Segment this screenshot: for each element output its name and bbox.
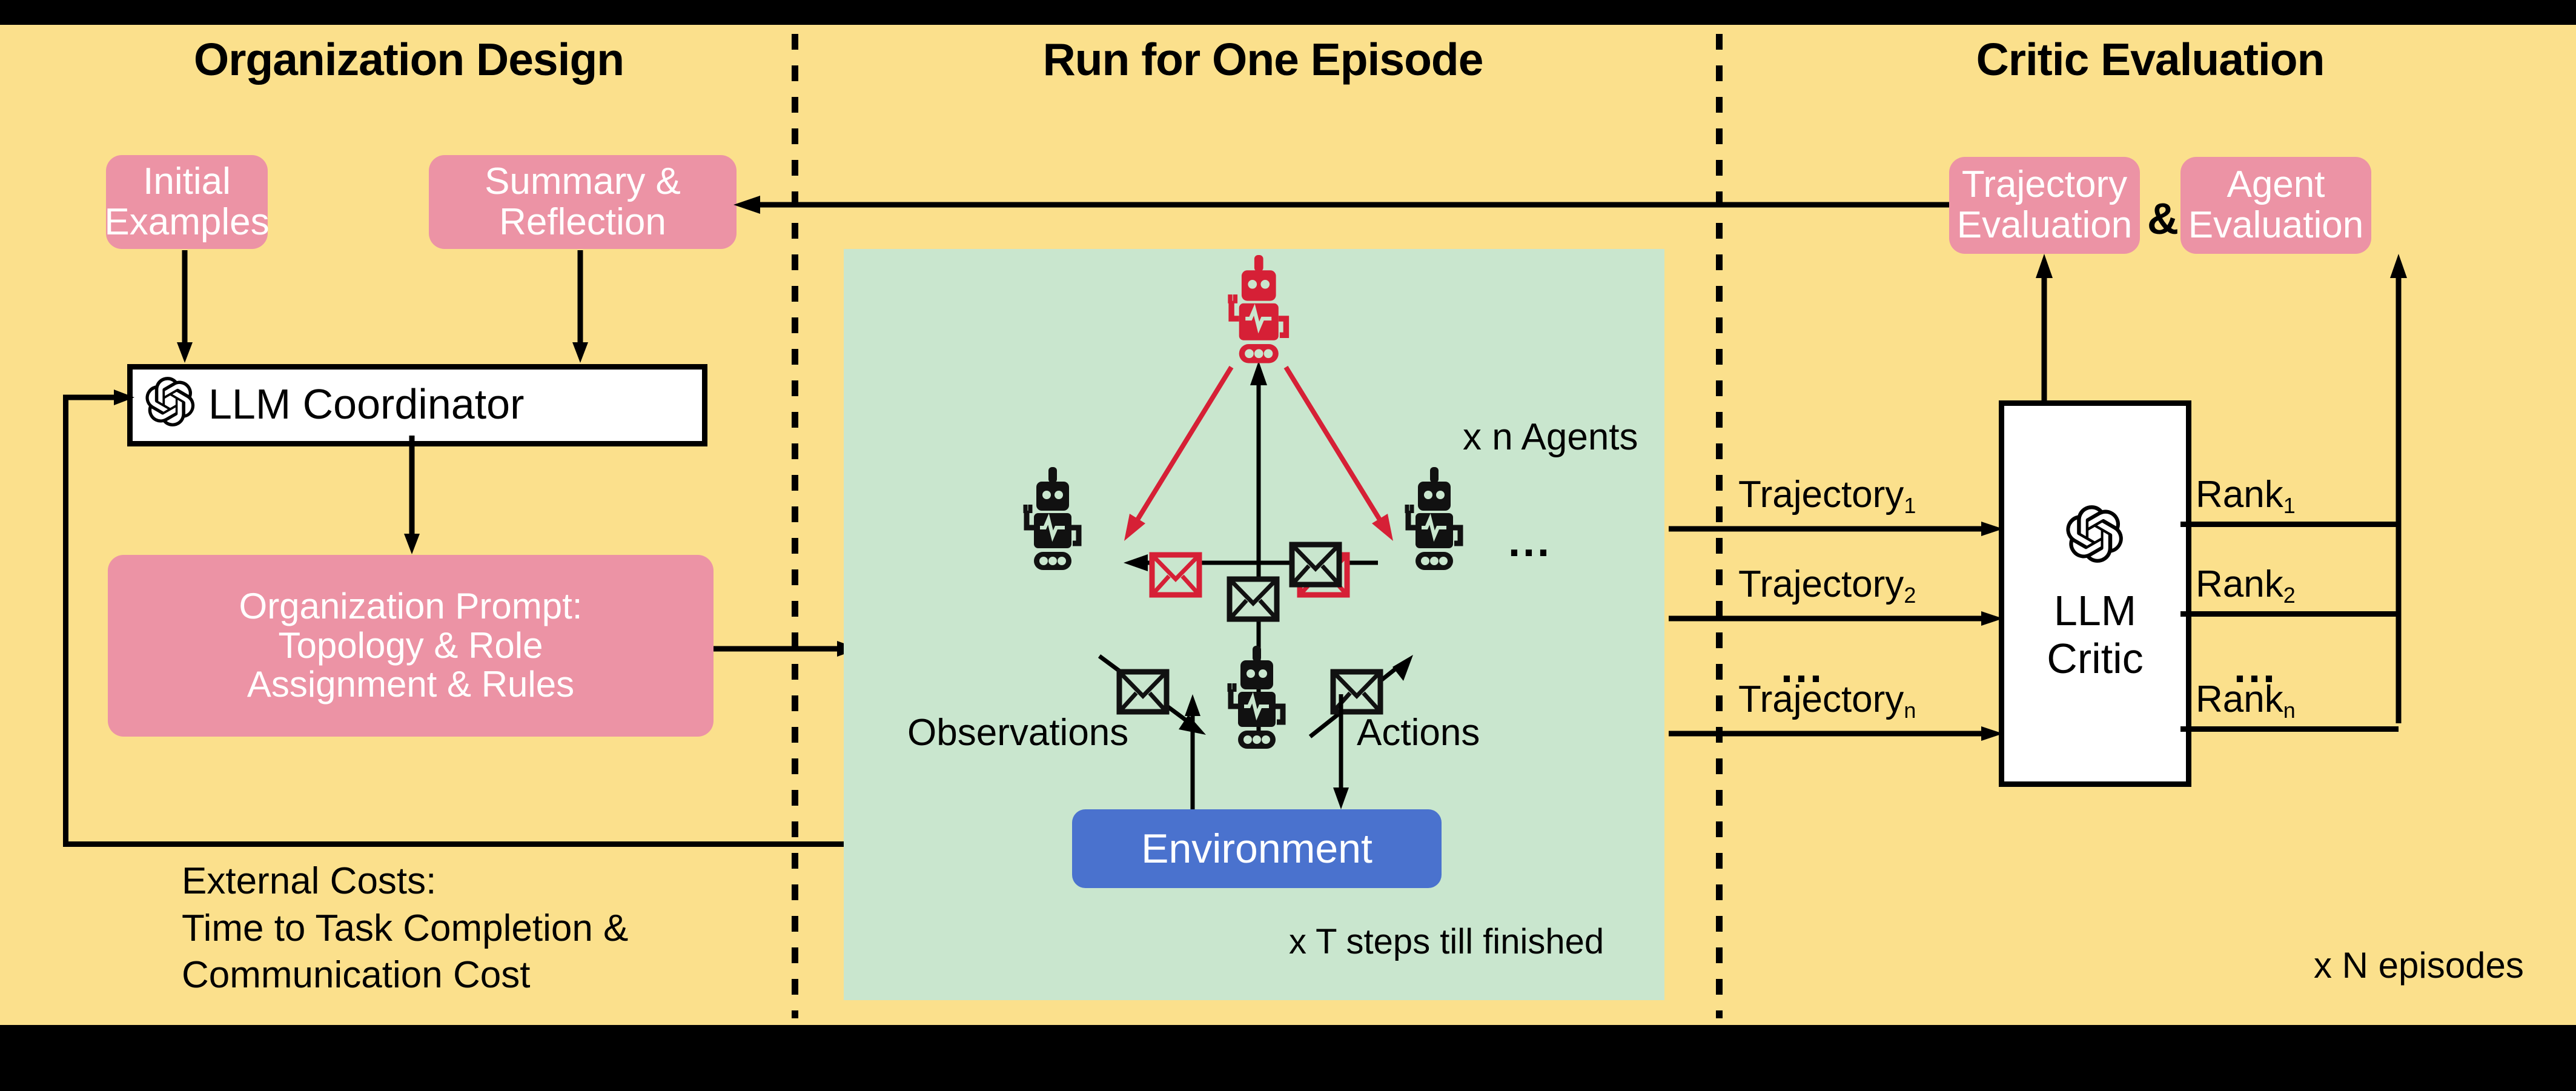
llm-critic-label: LLM Critic bbox=[2047, 587, 2144, 682]
arrow-trajectory-n bbox=[1669, 726, 2003, 741]
summary-reflection-box[interactable]: Summary & Reflection bbox=[429, 155, 737, 249]
rank-n-label: Rankn bbox=[2196, 678, 2296, 723]
envelope-icon-black-top bbox=[1227, 576, 1280, 622]
trajectory-1-label: Trajectory1 bbox=[1738, 473, 1916, 519]
llm-coordinator-label: LLM Coordinator bbox=[208, 380, 525, 428]
environment-box[interactable]: Environment bbox=[1072, 809, 1442, 888]
robot-agent-bottom-icon bbox=[1227, 646, 1286, 749]
llm-critic-box[interactable]: LLM Critic bbox=[1999, 400, 2191, 787]
agents-count-note: x n Agents bbox=[1463, 416, 1638, 458]
organization-prompt-box[interactable]: Organization Prompt: Topology & Role Ass… bbox=[108, 555, 714, 737]
trajectory-1-sub: 1 bbox=[1904, 493, 1916, 519]
trajectory-evaluation-box[interactable]: Trajectory Evaluation bbox=[1949, 157, 2140, 254]
actions-label: Actions bbox=[1357, 712, 1480, 754]
robot-leader-icon bbox=[1228, 255, 1290, 363]
arrow-summary-to-coordinator bbox=[572, 250, 588, 363]
envelope-icon-red-left bbox=[1149, 552, 1202, 598]
arrow-org-prompt-to-episode bbox=[714, 641, 859, 657]
rank-1-label: Rank1 bbox=[2196, 473, 2296, 519]
rank-1-sub: 1 bbox=[2283, 493, 2296, 519]
trajectory-2-label: Trajectory2 bbox=[1738, 563, 1916, 608]
divider-left bbox=[792, 34, 798, 1018]
envelope-icon-black-bottom-left bbox=[1116, 669, 1170, 715]
trajectory-2-text: Trajectory bbox=[1738, 563, 1904, 605]
arrow-feedback-to-coordinator bbox=[63, 390, 134, 405]
ampersand-label: & bbox=[2147, 195, 2179, 244]
figure-root: Organization Design Run for One Episode … bbox=[0, 0, 2576, 1091]
openai-logo-icon bbox=[145, 377, 196, 426]
arrow-up-to-trajectory-evaluation bbox=[2036, 254, 2053, 420]
diagram-canvas: Organization Design Run for One Episode … bbox=[0, 25, 2576, 1025]
trajectory-1-text: Trajectory bbox=[1738, 474, 1904, 516]
section-title-critic-evaluation: Critic Evaluation bbox=[1976, 34, 2325, 85]
organization-prompt-label: Organization Prompt: Topology & Role Ass… bbox=[239, 585, 583, 705]
rank-2-label: Rank2 bbox=[2196, 563, 2296, 608]
envelope-icon-black-mid bbox=[1289, 542, 1342, 588]
initial-examples-box[interactable]: Initial Examples bbox=[104, 155, 270, 249]
arrow-coordinator-to-org-prompt bbox=[404, 436, 420, 554]
section-title-organization-design: Organization Design bbox=[193, 34, 624, 85]
edge-leader-to-right bbox=[1283, 365, 1393, 541]
summary-reflection-label: Summary & Reflection bbox=[485, 160, 681, 243]
observations-label: Observations bbox=[907, 712, 1129, 754]
section-title-run-episode: Run for One Episode bbox=[1042, 34, 1484, 85]
arrow-observations bbox=[1185, 694, 1200, 809]
robot-agent-left-icon bbox=[1023, 467, 1082, 570]
arrow-trajectory-2 bbox=[1669, 611, 2003, 626]
arrow-actions bbox=[1333, 694, 1349, 809]
external-costs-label: External Costs: Time to Task Completion … bbox=[182, 860, 629, 996]
robot-agent-right-icon bbox=[1405, 467, 1463, 570]
trajectory-n-label: Trajectoryn bbox=[1738, 678, 1916, 723]
trajectory-evaluation-label: Trajectory Evaluation bbox=[1956, 164, 2133, 246]
edge-leader-to-left bbox=[1124, 365, 1234, 541]
llm-coordinator-box[interactable]: LLM Coordinator bbox=[127, 364, 707, 446]
rank-n-sub: n bbox=[2283, 698, 2296, 723]
rank-2-text: Rank bbox=[2196, 563, 2283, 605]
episodes-note: x N episodes bbox=[2314, 945, 2524, 986]
openai-logo-icon bbox=[2065, 505, 2124, 563]
arrow-trajectory-1 bbox=[1669, 522, 2003, 536]
trajectory-n-sub: n bbox=[1904, 698, 1916, 723]
rank-n-text: Rank bbox=[2196, 678, 2283, 720]
arrow-initial-to-coordinator bbox=[177, 250, 193, 363]
rank-2-line bbox=[2180, 611, 2399, 617]
trajectory-2-sub: 2 bbox=[1904, 583, 1916, 608]
trajectory-n-text: Trajectory bbox=[1738, 678, 1904, 720]
agents-ellipsis: ... bbox=[1508, 517, 1552, 566]
agent-evaluation-box[interactable]: Agent Evaluation bbox=[2180, 157, 2371, 254]
initial-examples-label: Initial Examples bbox=[104, 160, 270, 243]
feedback-line-vertical bbox=[63, 397, 68, 844]
arrow-evaluation-feedback bbox=[733, 196, 1952, 214]
environment-label: Environment bbox=[1141, 826, 1372, 872]
rank-1-text: Rank bbox=[2196, 474, 2283, 516]
arrow-up-to-agent-evaluation bbox=[2390, 254, 2407, 723]
agent-evaluation-label: Agent Evaluation bbox=[2188, 164, 2364, 246]
steps-note: x T steps till finished bbox=[1289, 922, 1604, 961]
rank-1-line bbox=[2180, 522, 2399, 527]
rank-2-sub: 2 bbox=[2283, 583, 2296, 608]
rank-n-line bbox=[2180, 726, 2399, 732]
